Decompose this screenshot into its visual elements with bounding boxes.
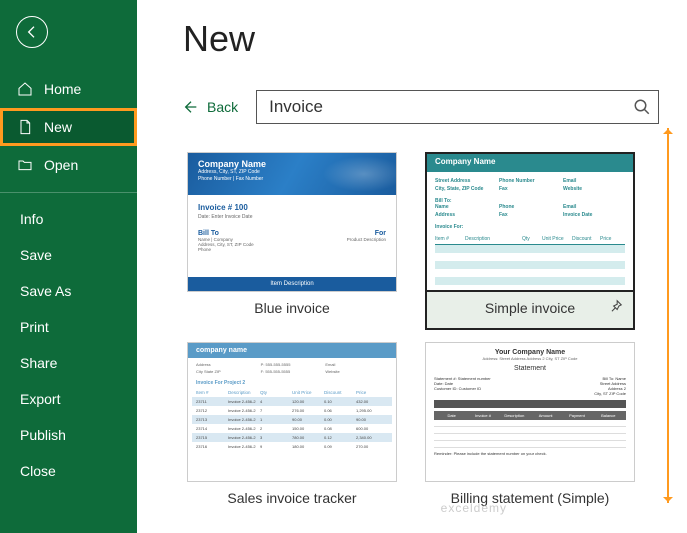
back-label: Back	[207, 99, 238, 115]
sidebar-divider	[0, 192, 137, 193]
template-label: Sales invoice tracker	[227, 490, 356, 506]
back-button[interactable]	[16, 16, 48, 48]
scroll-indicator	[667, 128, 669, 503]
sidebar-item-info[interactable]: Info	[0, 201, 137, 237]
templates-grid: Company Name Address, City, ST, ZIP Code…	[183, 152, 659, 518]
watermark: exceldemy	[441, 501, 507, 515]
sidebar-item-home[interactable]: Home	[0, 70, 137, 108]
template-sales-tracker[interactable]: company name AddressP: 555-555-5555Email…	[183, 342, 401, 518]
sidebar-item-close[interactable]: Close	[0, 453, 137, 489]
main-content: New Back Company Name Address, City, ST,…	[137, 0, 687, 533]
search-row: Back	[183, 90, 659, 124]
search-input[interactable]	[256, 90, 659, 124]
template-simple-invoice[interactable]: Company Name Street AddressPhone NumberE…	[421, 152, 639, 330]
home-icon	[16, 80, 34, 98]
backstage-sidebar: Home New Open Info Save Save As Print Sh…	[0, 0, 137, 533]
sidebar-item-saveas[interactable]: Save As	[0, 273, 137, 309]
template-blue-invoice[interactable]: Company Name Address, City, ST, ZIP Code…	[183, 152, 401, 330]
template-thumbnail: Company Name Street AddressPhone NumberE…	[425, 152, 635, 292]
template-thumbnail: Your Company Name Address: Street Addres…	[425, 342, 635, 482]
sidebar-item-save[interactable]: Save	[0, 237, 137, 273]
template-label: Simple invoice	[485, 300, 575, 316]
page-title: New	[183, 18, 659, 60]
pin-icon[interactable]	[609, 299, 623, 318]
sidebar-item-print[interactable]: Print	[0, 309, 137, 345]
template-thumbnail: company name AddressP: 555-555-5555Email…	[187, 342, 397, 482]
search-icon[interactable]	[633, 98, 651, 116]
sidebar-item-publish[interactable]: Publish	[0, 417, 137, 453]
folder-open-icon	[16, 156, 34, 174]
document-icon	[16, 118, 34, 136]
sidebar-item-label: Home	[44, 81, 81, 97]
sidebar-item-share[interactable]: Share	[0, 345, 137, 381]
sidebar-item-label: New	[44, 119, 72, 135]
search-box	[256, 90, 659, 124]
template-label: Blue invoice	[254, 300, 330, 316]
sidebar-item-export[interactable]: Export	[0, 381, 137, 417]
template-billing-statement[interactable]: Your Company Name Address: Street Addres…	[421, 342, 639, 518]
sidebar-item-open[interactable]: Open	[0, 146, 137, 184]
sidebar-item-label: Open	[44, 157, 78, 173]
template-thumbnail: Company Name Address, City, ST, ZIP Code…	[187, 152, 397, 292]
search-back-button[interactable]: Back	[183, 99, 238, 115]
sidebar-item-new[interactable]: New	[0, 108, 137, 146]
